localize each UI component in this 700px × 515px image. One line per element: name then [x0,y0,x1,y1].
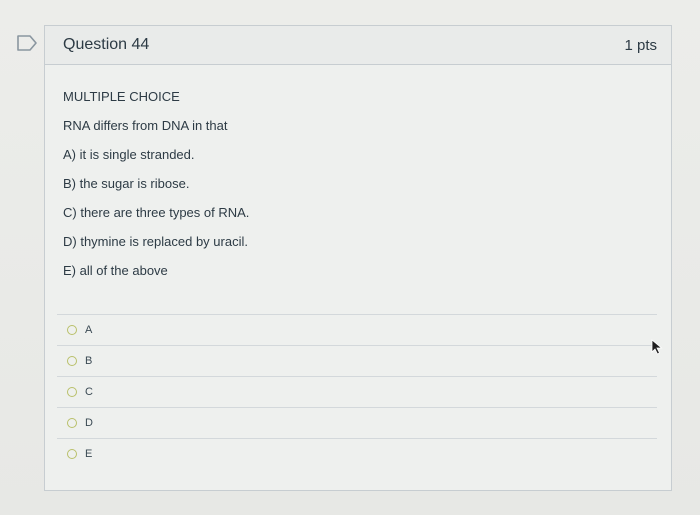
answer-option-c[interactable]: C [57,376,657,407]
question-points: 1 pts [624,36,657,54]
statement-e: E) all of the above [63,263,168,278]
answer-list: A B C D E [57,314,657,469]
answer-label: B [85,355,93,367]
statement-c: C) there are three types of RNA. [63,205,250,220]
flag-question-icon[interactable] [16,35,38,51]
question-body: MULTIPLE CHOICE RNA differs from DNA in … [45,65,671,278]
question-prompt: RNA differs from DNA in that [63,118,228,133]
radio-button[interactable] [67,356,77,366]
radio-button[interactable] [67,449,77,459]
question-card: Question 44 1 pts MULTIPLE CHOICE RNA di… [44,25,672,491]
answer-option-b[interactable]: B [57,345,657,376]
answer-label: E [85,448,93,460]
quiz-page: Question 44 1 pts MULTIPLE CHOICE RNA di… [0,0,700,515]
answer-label: C [85,386,93,398]
answer-label: A [85,324,93,336]
radio-button[interactable] [67,325,77,335]
statement-b: B) the sugar is ribose. [63,176,190,191]
question-title: Question 44 [63,36,150,53]
answer-option-d[interactable]: D [57,407,657,438]
statement-a: A) it is single stranded. [63,147,195,162]
answer-option-e[interactable]: E [57,438,657,469]
question-header: Question 44 1 pts [45,26,671,65]
answer-option-a[interactable]: A [57,314,657,345]
mouse-pointer-icon [651,339,663,355]
radio-button[interactable] [67,418,77,428]
question-type-label: MULTIPLE CHOICE [63,89,180,104]
answer-label: D [85,417,93,429]
radio-button[interactable] [67,387,77,397]
statement-d: D) thymine is replaced by uracil. [63,234,248,249]
